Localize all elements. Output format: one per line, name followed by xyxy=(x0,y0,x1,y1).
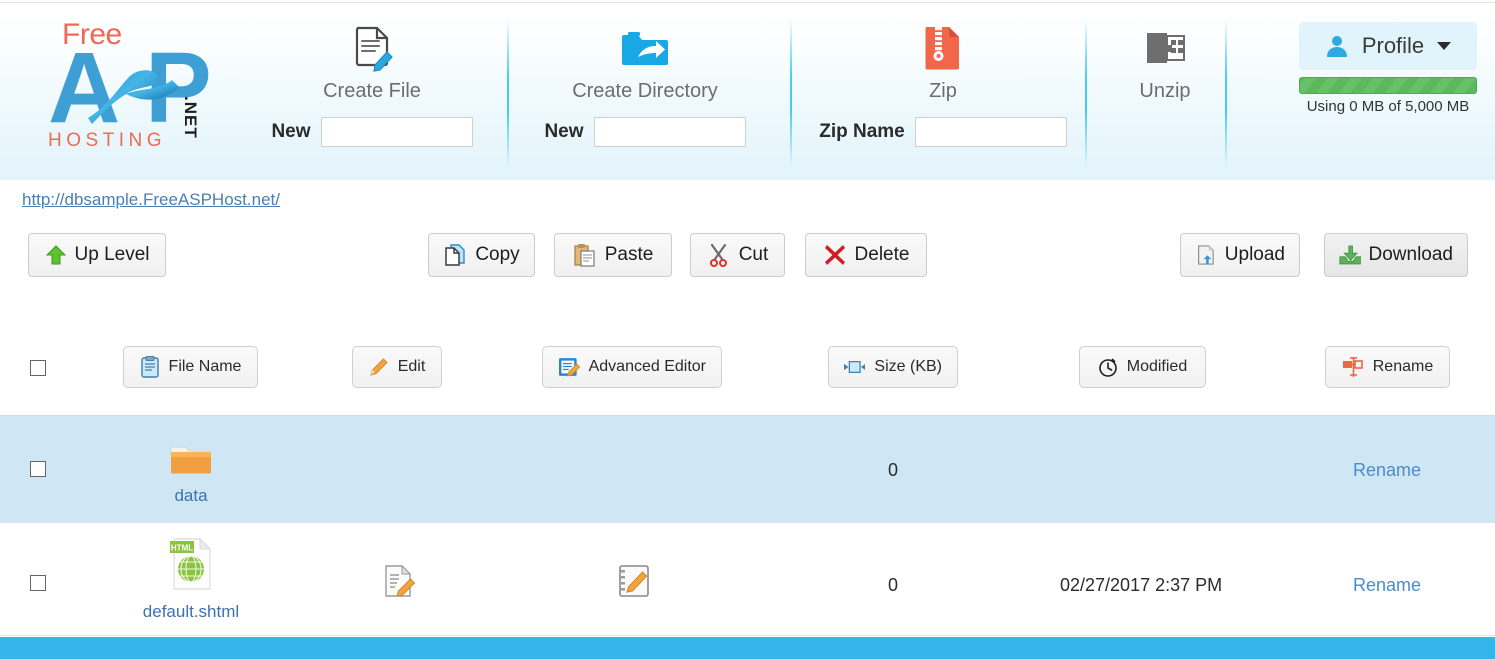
rename-link[interactable]: Rename xyxy=(1353,575,1421,596)
delete-label: Delete xyxy=(854,244,910,265)
download-label: Download xyxy=(1368,244,1454,265)
unzip-icon xyxy=(1100,22,1230,74)
create-directory-icon xyxy=(535,22,755,74)
red-x-icon xyxy=(824,245,845,265)
cut-button[interactable]: Cut xyxy=(690,233,785,277)
modified-cell: 02/27/2017 2:37 PM xyxy=(1060,575,1223,595)
up-level-button[interactable]: Up Level xyxy=(28,233,166,277)
file-name-label[interactable]: data xyxy=(126,486,256,506)
size-cell: 0 xyxy=(888,575,899,595)
header-divider-3 xyxy=(1085,18,1087,168)
site-url-link[interactable]: http://dbsample.FreeASPHost.net/ xyxy=(22,190,280,210)
column-header-advanced-editor[interactable]: Advanced Editor xyxy=(542,346,722,388)
advanced-editor-cell[interactable] xyxy=(614,563,654,604)
create-directory-label: Create Directory xyxy=(572,80,718,102)
up-arrow-icon xyxy=(45,245,66,265)
copy-icon xyxy=(445,244,466,266)
column-header-file-name-label: File Name xyxy=(168,358,242,375)
create-file-input[interactable] xyxy=(320,117,473,147)
chevron-down-icon xyxy=(1437,42,1452,50)
create-file-field-label: New xyxy=(271,121,311,142)
zip-tool[interactable]: Zip Zip Name xyxy=(808,22,1078,147)
top-hairline xyxy=(0,0,1495,3)
advanced-edit-doc-icon xyxy=(619,565,649,597)
create-directory-field-label: New xyxy=(544,121,584,142)
table-column-headers: File Name Edit Advanced Editor Size (KB)… xyxy=(0,346,1495,390)
zip-name-input[interactable] xyxy=(914,117,1067,147)
paste-icon xyxy=(574,244,595,267)
scissors-icon xyxy=(709,243,727,267)
column-header-size-label: Size (KB) xyxy=(874,358,942,375)
column-header-advanced-editor-label: Advanced Editor xyxy=(588,358,706,375)
file-name-cell[interactable]: HTML default.shtml xyxy=(126,537,256,622)
folder-icon xyxy=(170,446,212,474)
table-row[interactable]: HTML default.shtml 0 02/27/2017 2:37 PM … xyxy=(0,523,1495,636)
profile-label: Profile xyxy=(1361,33,1425,58)
profile-button[interactable]: Profile xyxy=(1299,22,1477,70)
footer-bar xyxy=(0,637,1495,659)
advanced-editor-icon xyxy=(558,358,580,377)
rename-icon xyxy=(1342,357,1363,377)
clipboard-icon xyxy=(140,356,159,378)
column-header-modified-label: Modified xyxy=(1126,358,1188,375)
create-directory-tool[interactable]: Create Directory New xyxy=(535,22,755,147)
zip-icon xyxy=(808,22,1078,74)
upload-button[interactable]: Upload xyxy=(1180,233,1300,277)
create-directory-input[interactable] xyxy=(593,117,746,147)
html-file-icon: HTML xyxy=(170,537,212,590)
create-file-tool[interactable]: Create File New xyxy=(262,22,482,147)
column-header-edit[interactable]: Edit xyxy=(352,346,442,388)
resize-icon xyxy=(844,361,866,373)
logo[interactable]: Free A P HOSTING .NET xyxy=(40,18,235,158)
action-toolbar: Up Level Copy Paste Cut Delete Upload Do… xyxy=(0,233,1495,279)
app-header: Free A P HOSTING .NET Create File New Cr… xyxy=(0,4,1495,180)
edit-doc-icon xyxy=(385,564,416,597)
table-row[interactable]: data 0 Rename xyxy=(0,415,1495,523)
upload-icon xyxy=(1198,245,1214,265)
logo-net-text: .NET xyxy=(181,96,200,139)
column-header-edit-label: Edit xyxy=(397,358,426,375)
svg-text:HTML: HTML xyxy=(171,544,193,553)
row-checkbox[interactable] xyxy=(30,461,46,477)
copy-label: Copy xyxy=(475,244,520,265)
column-header-file-name[interactable]: File Name xyxy=(123,346,258,388)
column-header-modified[interactable]: Modified xyxy=(1079,346,1206,388)
profile-area: Profile Using 0 MB of 5,000 MB xyxy=(1299,22,1477,115)
column-header-rename-label: Rename xyxy=(1372,358,1434,375)
logo-hosting-text: HOSTING xyxy=(48,130,167,151)
storage-usage-text: Using 0 MB of 5,000 MB xyxy=(1306,98,1470,115)
zip-label: Zip xyxy=(929,80,957,102)
column-header-rename[interactable]: Rename xyxy=(1325,346,1450,388)
rename-link[interactable]: Rename xyxy=(1353,460,1421,481)
unzip-tool[interactable]: Unzip xyxy=(1100,22,1230,103)
column-header-size[interactable]: Size (KB) xyxy=(828,346,958,388)
user-icon xyxy=(1326,36,1347,57)
zip-name-field-label: Zip Name xyxy=(819,121,905,142)
file-name-cell[interactable]: data xyxy=(126,441,256,506)
paste-label: Paste xyxy=(604,244,654,265)
header-divider-2 xyxy=(790,18,792,168)
file-name-label[interactable]: default.shtml xyxy=(126,602,256,622)
download-icon xyxy=(1339,245,1361,265)
unzip-label: Unzip xyxy=(1139,80,1191,102)
upload-label: Upload xyxy=(1224,244,1285,265)
size-cell: 0 xyxy=(888,460,899,480)
header-divider-1 xyxy=(507,18,509,168)
select-all-checkbox[interactable] xyxy=(30,360,46,376)
edit-cell[interactable] xyxy=(378,563,418,604)
copy-button[interactable]: Copy xyxy=(428,233,535,277)
download-button[interactable]: Download xyxy=(1324,233,1468,277)
row-checkbox[interactable] xyxy=(30,575,46,591)
up-level-label: Up Level xyxy=(74,244,150,265)
storage-progress-bar xyxy=(1299,77,1477,94)
create-file-icon xyxy=(262,22,482,74)
pencil-icon xyxy=(369,358,388,376)
paste-button[interactable]: Paste xyxy=(554,233,672,277)
create-file-label: Create File xyxy=(323,80,421,102)
clock-icon xyxy=(1098,358,1117,377)
delete-button[interactable]: Delete xyxy=(805,233,927,277)
cut-label: Cut xyxy=(738,244,769,265)
